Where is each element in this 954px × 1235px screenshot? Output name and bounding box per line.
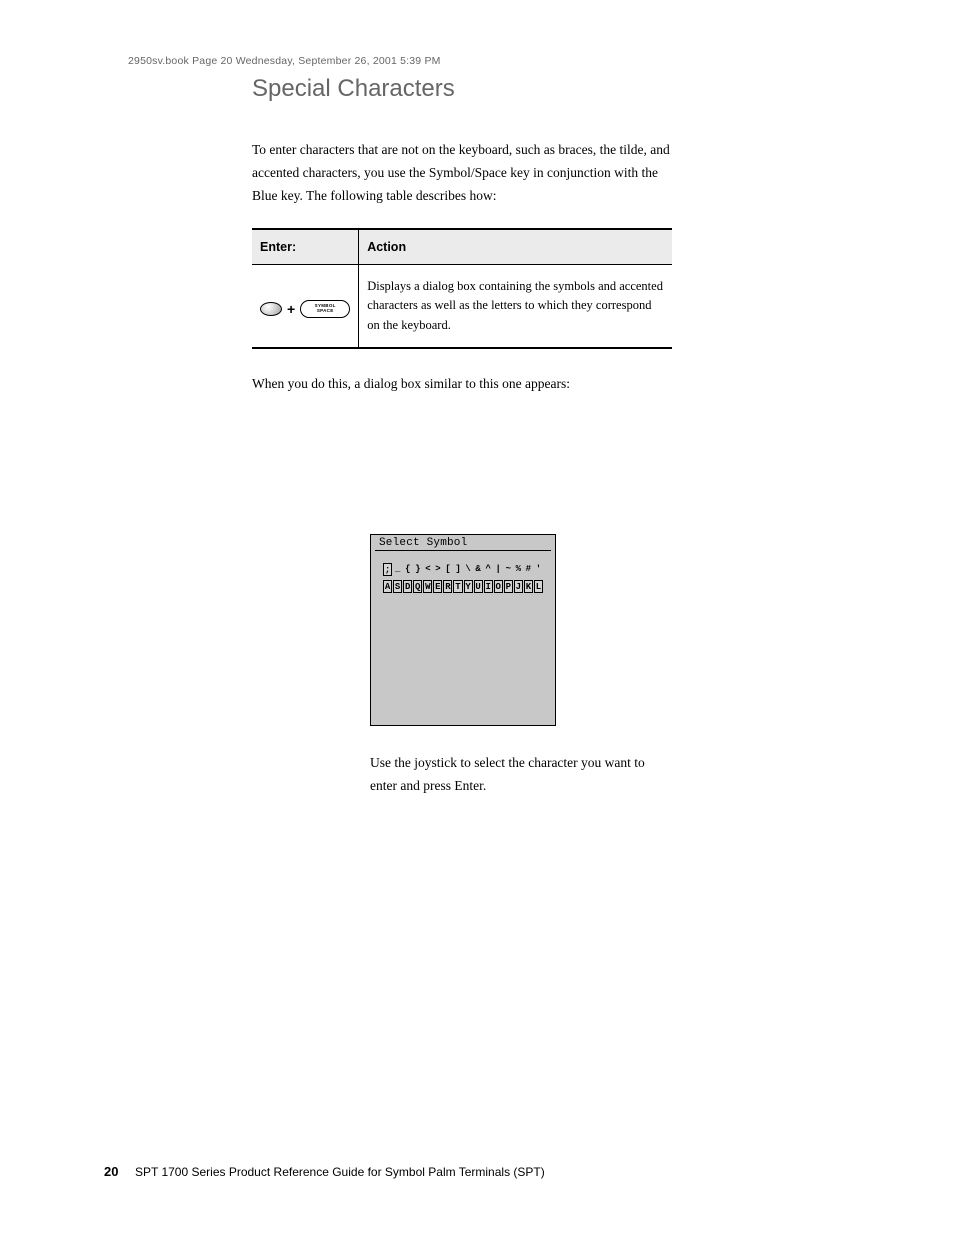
symbol-char: | xyxy=(494,563,503,576)
intro-paragraph: To enter characters that are not on the … xyxy=(252,139,672,208)
symbol-char: < xyxy=(423,563,432,576)
symbol-key: W xyxy=(423,580,432,593)
select-symbol-dialog: Select Symbol ;_{}<>[]\&^|~%#' ASDQWERTY… xyxy=(370,534,556,726)
running-header-line1: 2950sv.book Page 20 Wednesday, September… xyxy=(128,55,441,67)
symbol-char: ^ xyxy=(484,563,493,576)
page-number: 20 xyxy=(104,1164,118,1179)
symbol-key: S xyxy=(393,580,402,593)
footer-title: SPT 1700 Series Product Reference Guide … xyxy=(135,1165,545,1179)
symbol-key: K xyxy=(524,580,533,593)
symbol-char: ' xyxy=(534,563,543,576)
symbol-row-1: ;_{}<>[]\&^|~%#' xyxy=(383,563,543,576)
symbol-char: > xyxy=(433,563,442,576)
after-table-paragraph: When you do this, a dialog box similar t… xyxy=(252,373,672,396)
table-cell-action: Displays a dialog box containing the sym… xyxy=(359,264,672,348)
symbol-key: E xyxy=(433,580,442,593)
symbol-char: } xyxy=(413,563,422,576)
symbol-key: R xyxy=(443,580,452,593)
symbol-key: I xyxy=(484,580,493,593)
page-title: Special Characters xyxy=(252,75,672,103)
table-cell-keys: + SYMBOL SPACE xyxy=(252,264,359,348)
symbol-char: [ xyxy=(443,563,452,576)
symbol-key: P xyxy=(504,580,513,593)
plus-icon: + xyxy=(287,299,295,321)
symbol-char: { xyxy=(403,563,412,576)
symbol-key: O xyxy=(494,580,503,593)
symbol-char: ] xyxy=(454,563,463,576)
symbol-key: Q xyxy=(413,580,422,593)
symbol-char: & xyxy=(474,563,483,576)
select-symbol-title: Select Symbol xyxy=(375,535,551,551)
symbol-space-key-icon: SYMBOL SPACE xyxy=(300,300,350,318)
symbol-char: \ xyxy=(464,563,473,576)
table-row: + SYMBOL SPACE Displays a dialog box con… xyxy=(252,264,672,348)
symbol-key: L xyxy=(534,580,543,593)
symbol-note: Use the joystick to select the character… xyxy=(370,752,670,798)
symbol-char: # xyxy=(524,563,533,576)
symbol-key: J xyxy=(514,580,523,593)
symbol-key: ; xyxy=(383,563,392,576)
symbol-key: D xyxy=(403,580,412,593)
symbol-row-2: ASDQWERTYUIOPJKL xyxy=(383,580,543,593)
symbol-char: % xyxy=(514,563,523,576)
symbol-char: _ xyxy=(393,563,402,576)
table-header-enter: Enter: xyxy=(252,229,359,265)
symbol-key: Y xyxy=(464,580,473,593)
symbol-key: A xyxy=(383,580,392,593)
symbol-char: ~ xyxy=(504,563,513,576)
special-chars-table: Enter: Action + SYMBOL SPACE Displays a … xyxy=(252,228,672,349)
table-header-action: Action xyxy=(359,229,672,265)
blue-key-icon xyxy=(260,302,282,317)
symbol-key: U xyxy=(474,580,483,593)
symbol-key: T xyxy=(453,580,462,593)
